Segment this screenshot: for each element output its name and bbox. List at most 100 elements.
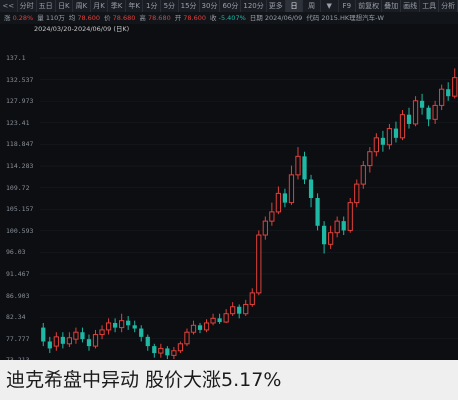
candle-body — [145, 336, 150, 347]
toolbar-item[interactable]: 5分 — [161, 0, 179, 12]
candle[interactable] — [126, 316, 131, 330]
candle-body — [152, 346, 157, 354]
candle[interactable] — [152, 343, 157, 358]
candle[interactable] — [269, 202, 275, 226]
candle-body — [406, 114, 412, 124]
candle[interactable] — [380, 130, 386, 152]
candle[interactable] — [210, 313, 216, 326]
toolbar-item[interactable]: 周 — [303, 0, 321, 12]
candle[interactable] — [92, 329, 99, 349]
candle[interactable] — [452, 68, 458, 99]
candle-body — [197, 325, 203, 330]
candle[interactable] — [360, 160, 366, 189]
candle[interactable] — [177, 341, 184, 354]
candle-body — [288, 174, 295, 204]
candle[interactable] — [243, 299, 249, 317]
candle[interactable] — [41, 322, 46, 347]
y-axis-tick-label: 82.34 — [6, 313, 26, 322]
toolbar-item[interactable]: 前复权 — [356, 0, 383, 12]
toolbar-item[interactable]: 更多 — [267, 0, 286, 12]
candle[interactable] — [282, 188, 288, 208]
toolbar-item[interactable]: 叠加 — [382, 0, 402, 12]
candle-body — [452, 77, 458, 97]
candle[interactable] — [426, 105, 431, 127]
candle[interactable] — [367, 147, 373, 173]
candle[interactable] — [184, 328, 190, 347]
candle[interactable] — [295, 147, 301, 180]
candle[interactable] — [308, 174, 314, 208]
candle[interactable] — [66, 332, 73, 348]
toolbar-item[interactable]: 日 — [285, 0, 304, 12]
toolbar-item[interactable]: 分时 — [18, 0, 37, 12]
toolbar-item[interactable]: 1分 — [143, 0, 162, 12]
candle[interactable] — [275, 186, 282, 215]
candle[interactable] — [432, 100, 438, 124]
toolbar-item[interactable]: 15分 — [179, 0, 200, 12]
candle[interactable] — [393, 121, 399, 143]
candle[interactable] — [223, 309, 229, 323]
candle[interactable] — [256, 230, 262, 296]
candle[interactable] — [60, 332, 65, 349]
candle-body — [203, 322, 210, 331]
candle[interactable] — [237, 304, 242, 319]
candle[interactable] — [119, 313, 125, 333]
candle[interactable] — [86, 334, 92, 351]
candle-body — [177, 343, 184, 352]
candle-body — [386, 128, 393, 146]
toolbar-item[interactable]: F9 — [339, 0, 357, 12]
candle[interactable] — [288, 165, 295, 205]
toolbar-item[interactable]: 120分 — [241, 0, 267, 12]
candle[interactable] — [347, 198, 353, 233]
candle[interactable] — [230, 302, 236, 317]
candle[interactable] — [412, 96, 419, 127]
candle[interactable] — [53, 332, 59, 351]
candle[interactable] — [406, 107, 412, 129]
candle[interactable] — [165, 346, 170, 360]
candle[interactable] — [262, 216, 268, 240]
candlestick-chart[interactable] — [40, 36, 458, 360]
toolbar-item[interactable]: 日K — [56, 0, 74, 12]
toolbar-item[interactable]: ▼ — [321, 0, 339, 12]
candle[interactable] — [386, 123, 393, 150]
toolbar-item[interactable]: << — [0, 0, 18, 12]
candle[interactable] — [99, 325, 105, 340]
candle[interactable] — [80, 327, 85, 343]
candle-body — [256, 234, 262, 294]
candle[interactable] — [321, 221, 327, 254]
candle[interactable] — [145, 334, 150, 351]
candle[interactable] — [354, 179, 360, 208]
candle[interactable] — [341, 216, 346, 236]
candle[interactable] — [446, 82, 451, 101]
candle[interactable] — [190, 320, 197, 335]
candle[interactable] — [328, 225, 334, 249]
candle[interactable] — [105, 318, 112, 335]
toolbar-item[interactable]: 工具 — [420, 0, 440, 12]
candle[interactable] — [132, 320, 137, 333]
candle[interactable] — [399, 110, 406, 141]
candle[interactable] — [112, 318, 118, 333]
toolbar-item[interactable]: 画线 — [401, 0, 421, 12]
toolbar-item[interactable]: 60分 — [220, 0, 242, 12]
candle[interactable] — [158, 343, 164, 358]
candle[interactable] — [73, 327, 79, 344]
candle[interactable] — [47, 336, 52, 354]
toolbar-item[interactable]: 月K — [91, 0, 109, 12]
candle[interactable] — [439, 84, 445, 111]
candle[interactable] — [419, 93, 425, 115]
toolbar-item[interactable]: 五日 — [37, 0, 56, 12]
candle[interactable] — [139, 325, 144, 342]
candle[interactable] — [334, 216, 340, 238]
toolbar-item[interactable]: 周K — [73, 0, 91, 12]
candle[interactable] — [171, 347, 177, 360]
toolbar-item[interactable]: 分析 — [439, 0, 458, 12]
candle[interactable] — [373, 133, 379, 157]
candle[interactable] — [302, 151, 307, 185]
candle[interactable] — [217, 313, 222, 324]
candle[interactable] — [203, 319, 210, 333]
candle[interactable] — [249, 288, 255, 307]
toolbar-item[interactable]: 季K — [108, 0, 126, 12]
candle[interactable] — [315, 193, 320, 231]
candle[interactable] — [197, 322, 203, 334]
toolbar-item[interactable]: 年K — [126, 0, 144, 12]
toolbar-item[interactable]: 30分 — [200, 0, 221, 12]
